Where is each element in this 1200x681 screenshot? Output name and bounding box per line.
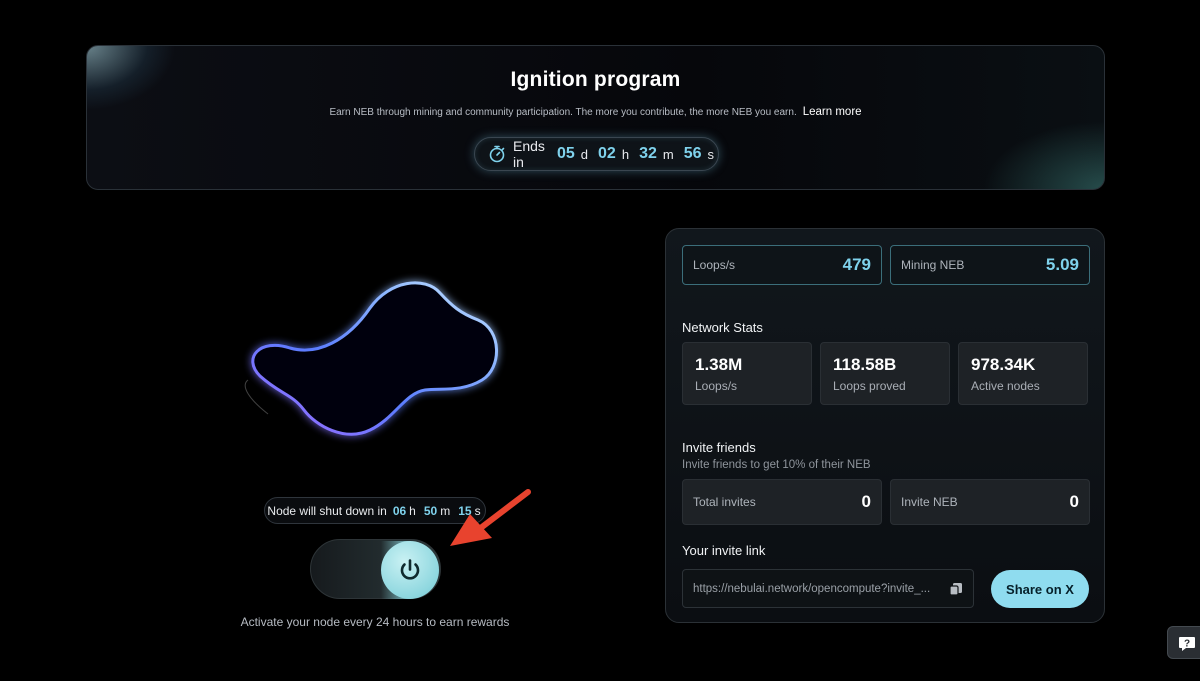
invite-friends-title: Invite friends bbox=[682, 440, 756, 455]
network-stat-value: 1.38M bbox=[695, 355, 743, 374]
invite-neb-value: 0 bbox=[1069, 492, 1079, 511]
banner-title: Ignition program bbox=[510, 68, 681, 91]
countdown-hours-unit: h bbox=[621, 146, 630, 162]
network-stat-card: 118.58B Loops proved bbox=[820, 342, 950, 405]
countdown-minutes-unit: m bbox=[662, 146, 674, 162]
node-power-toggle[interactable] bbox=[310, 539, 441, 599]
network-stat-label: Loops proved bbox=[833, 379, 906, 393]
countdown-seconds: 56 bbox=[683, 145, 702, 162]
mining-neb-box: Mining NEB 5.09 bbox=[890, 245, 1090, 285]
countdown-label: Ends in bbox=[513, 138, 545, 170]
shutdown-hours: 06 bbox=[392, 503, 407, 518]
ignition-banner: Ignition program Earn NEB through mining… bbox=[86, 45, 1105, 190]
banner-subtitle: Earn NEB through mining and community pa… bbox=[87, 106, 1104, 118]
activate-hint: Activate your node every 24 hours to ear… bbox=[240, 615, 510, 629]
total-invites-value: 0 bbox=[861, 492, 871, 511]
node-blob-graphic bbox=[220, 268, 520, 448]
red-arrow-annotation bbox=[440, 486, 540, 556]
network-stat-value: 118.58B bbox=[833, 355, 897, 374]
invite-link-url[interactable]: https://nebulai.network/opencompute?invi… bbox=[693, 583, 941, 595]
countdown-seconds-unit: s bbox=[707, 146, 715, 162]
total-invites-card: Total invites 0 bbox=[682, 479, 882, 525]
power-icon[interactable] bbox=[381, 541, 439, 599]
countdown-hours: 02 bbox=[598, 145, 616, 162]
svg-text:?: ? bbox=[1184, 638, 1190, 649]
network-stat-card: 1.38M Loops/s bbox=[682, 342, 812, 405]
shutdown-minutes: 50 bbox=[423, 503, 438, 518]
total-invites-label: Total invites bbox=[693, 495, 756, 509]
program-countdown: Ends in 05 d 02 h 32 m 56 s bbox=[474, 137, 719, 171]
loops-value: 479 bbox=[842, 255, 871, 274]
shutdown-hours-unit: h bbox=[409, 503, 416, 518]
invite-friends-subtitle: Invite friends to get 10% of their NEB bbox=[682, 459, 871, 471]
network-stat-card: 978.34K Active nodes bbox=[958, 342, 1088, 405]
invite-link-title: Your invite link bbox=[682, 543, 766, 558]
share-on-x-button[interactable]: Share on X bbox=[991, 570, 1089, 608]
invite-neb-card: Invite NEB 0 bbox=[890, 479, 1090, 525]
network-stat-label: Loops/s bbox=[695, 379, 738, 393]
stopwatch-icon bbox=[487, 144, 507, 164]
mining-value: 5.09 bbox=[1045, 255, 1079, 274]
shutdown-label: Node will shut down in bbox=[267, 503, 387, 518]
network-stat-label: Active nodes bbox=[971, 379, 1040, 393]
copy-icon[interactable] bbox=[949, 582, 963, 596]
countdown-days-unit: d bbox=[580, 146, 589, 162]
loops-per-second-box: Loops/s 479 bbox=[682, 245, 882, 285]
invite-link-field[interactable]: https://nebulai.network/opencompute?invi… bbox=[682, 569, 974, 608]
stats-panel: Loops/s 479 Mining NEB 5.09 Network Stat… bbox=[665, 228, 1105, 623]
countdown-days: 05 bbox=[557, 145, 575, 162]
learn-more-link[interactable]: Learn more bbox=[803, 106, 862, 118]
loops-label: Loops/s bbox=[693, 258, 736, 272]
network-stat-value: 978.34K bbox=[971, 355, 1036, 374]
mining-label: Mining NEB bbox=[901, 258, 965, 272]
countdown-minutes: 32 bbox=[639, 145, 657, 162]
invite-neb-label: Invite NEB bbox=[901, 495, 958, 509]
help-icon[interactable]: ? bbox=[1167, 626, 1200, 659]
banner-subtitle-text: Earn NEB through mining and community pa… bbox=[329, 107, 797, 118]
network-stats-title: Network Stats bbox=[682, 320, 763, 335]
